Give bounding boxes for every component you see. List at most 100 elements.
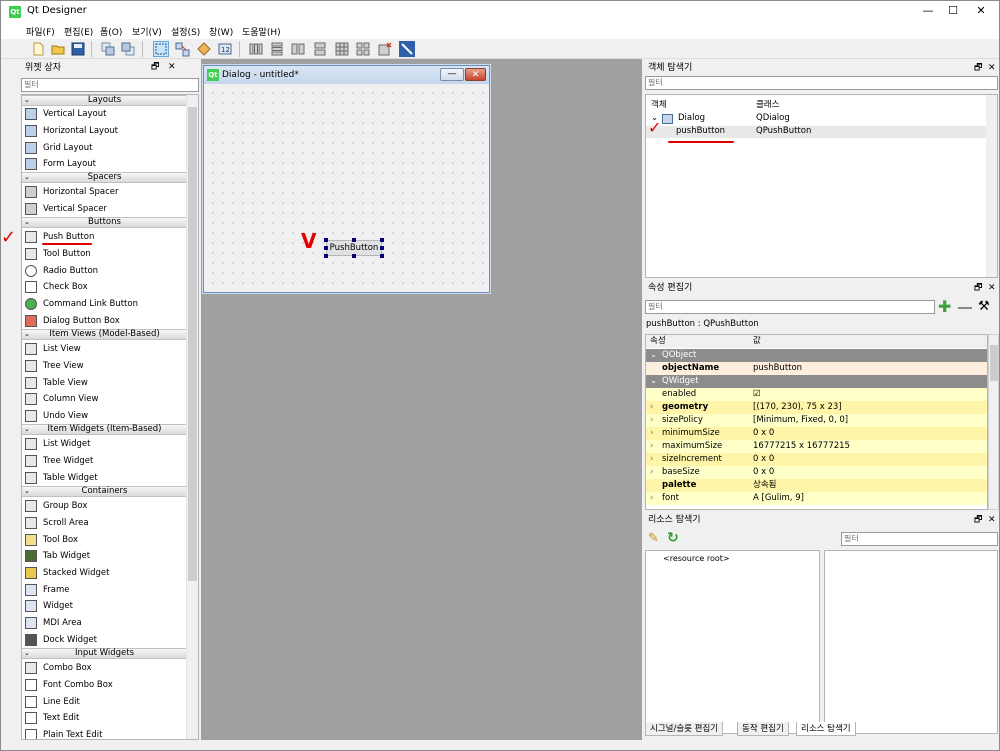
tab-action-editor[interactable]: 동작 편집기 — [737, 722, 789, 736]
open-folder-icon[interactable] — [50, 41, 66, 57]
edit-resources-pencil-icon[interactable]: ✎ — [648, 531, 659, 547]
widget-item-mdi-area[interactable]: MDI Area — [22, 615, 187, 631]
category-buttons[interactable]: ⌄ Buttons — [22, 217, 187, 228]
dialog-minimize-button[interactable]: — — [440, 68, 464, 81]
send-to-back-icon[interactable] — [100, 41, 116, 57]
float-dock-icon[interactable]: 🗗 — [974, 513, 982, 527]
widget-item-table-widget[interactable]: Table Widget — [22, 470, 187, 486]
close-dock-icon[interactable]: ✕ — [988, 281, 996, 295]
column-header-class[interactable]: 클래스 — [756, 98, 779, 110]
edit-buddies-icon[interactable] — [196, 41, 212, 57]
widget-item-text-edit[interactable]: Text Edit — [22, 710, 187, 726]
widget-item-undo-view[interactable]: Undo View — [22, 408, 187, 424]
save-icon[interactable] — [70, 41, 86, 57]
object-tree-scrollbar[interactable] — [986, 95, 997, 277]
category-spacers[interactable]: ⌄ Spacers — [22, 172, 187, 183]
widget-item-vertical-layout[interactable]: Vertical Layout — [22, 106, 187, 122]
tab-resource-browser[interactable]: 리소스 탐색기 — [796, 722, 856, 736]
reload-icon[interactable]: ↻ — [667, 530, 679, 546]
widget-item-plain-text-edit[interactable]: Plain Text Edit — [22, 727, 187, 739]
menu-file[interactable]: 파일(F) — [26, 25, 55, 38]
widget-item-frame[interactable]: Frame — [22, 582, 187, 598]
widget-item-tree-view[interactable]: Tree View — [22, 358, 187, 374]
float-dock-icon[interactable]: 🗗 — [151, 60, 159, 74]
widget-item-dialog-button-box[interactable]: Dialog Button Box — [22, 313, 187, 329]
widget-item-horizontal-layout[interactable]: Horizontal Layout — [22, 123, 187, 139]
tab-signal-slot-editor[interactable]: 시그널/슬롯 편집기 — [645, 722, 724, 736]
break-layout-icon[interactable] — [377, 41, 393, 57]
float-dock-icon[interactable]: 🗗 — [974, 61, 982, 75]
menu-edit[interactable]: 편집(E) — [64, 25, 93, 38]
remove-property-icon[interactable] — [958, 307, 972, 309]
property-row-sizeincrement[interactable]: › sizeIncrement 0 x 0 — [646, 453, 987, 466]
category-item-widgets[interactable]: ⌄ Item Widgets (Item-Based) — [22, 424, 187, 435]
widget-item-tab-widget[interactable]: Tab Widget — [22, 548, 187, 564]
add-property-icon[interactable]: ✚ — [938, 299, 951, 315]
widget-item-combo-box[interactable]: Combo Box — [22, 660, 187, 676]
widget-item-command-link-button[interactable]: Command Link Button — [22, 296, 187, 312]
chevron-right-icon[interactable]: › — [650, 414, 653, 427]
category-input-widgets[interactable]: ⌄ Input Widgets — [22, 648, 187, 659]
dialog-form-window[interactable]: Qt Dialog - untitled* — ✕ PushButton — [203, 65, 490, 293]
menu-view[interactable]: 보기(V) — [132, 25, 162, 38]
layout-grid-icon[interactable] — [334, 41, 350, 57]
edit-widgets-icon[interactable] — [153, 41, 169, 57]
dialog-close-button[interactable]: ✕ — [465, 68, 486, 81]
property-row-basesize[interactable]: › baseSize 0 x 0 — [646, 466, 987, 479]
form-canvas[interactable]: PushButton — [208, 88, 487, 289]
chevron-right-icon[interactable]: › — [650, 427, 653, 440]
property-row-maximumsize[interactable]: › maximumSize 16777215 x 16777215 — [646, 440, 987, 453]
object-inspector-filter-input[interactable]: 필터 — [645, 76, 998, 90]
widget-item-column-view[interactable]: Column View — [22, 391, 187, 407]
widget-item-list-widget[interactable]: List Widget — [22, 436, 187, 452]
property-row-enabled[interactable]: enabled ☑ — [646, 388, 987, 401]
widget-item-line-edit[interactable]: Line Edit — [22, 694, 187, 710]
menu-help[interactable]: 도움말(H) — [242, 25, 281, 38]
widget-item-grid-layout[interactable]: Grid Layout — [22, 140, 187, 156]
property-row-font[interactable]: › font A [Gulim, 9] — [646, 492, 987, 505]
close-dock-icon[interactable]: ✕ — [988, 61, 996, 75]
enabled-checkbox[interactable]: ☑ — [753, 388, 761, 401]
menu-window[interactable]: 창(W) — [209, 25, 233, 38]
resize-handle[interactable] — [324, 238, 328, 242]
float-dock-icon[interactable]: 🗗 — [974, 281, 982, 295]
property-row-sizepolicy[interactable]: › sizePolicy [Minimum, Fixed, 0, 0] — [646, 414, 987, 427]
widget-item-vertical-spacer[interactable]: Vertical Spacer — [22, 201, 187, 217]
scrollbar-thumb[interactable] — [188, 107, 197, 581]
resize-handle[interactable] — [352, 254, 356, 258]
layout-vertical-icon[interactable] — [269, 41, 285, 57]
scrollbar-thumb[interactable] — [990, 345, 998, 381]
menu-settings[interactable]: 설정(S) — [171, 25, 200, 38]
resize-handle[interactable] — [352, 238, 356, 242]
layout-horizontal-icon[interactable] — [248, 41, 264, 57]
bring-to-front-icon[interactable] — [120, 41, 136, 57]
layout-vertical-splitter-icon[interactable] — [312, 41, 328, 57]
chevron-right-icon[interactable]: › — [650, 492, 653, 505]
category-containers[interactable]: ⌄ Containers — [22, 486, 187, 497]
property-group-qwidget[interactable]: ⌄ QWidget — [646, 375, 987, 388]
resize-handle[interactable] — [324, 254, 328, 258]
property-group-qobject[interactable]: ⌄ QObject — [646, 349, 987, 362]
widget-item-stacked-widget[interactable]: Stacked Widget — [22, 565, 187, 581]
edit-tab-order-icon[interactable]: 12 — [217, 41, 233, 57]
widget-item-widget[interactable]: Widget — [22, 598, 187, 614]
column-header-object[interactable]: 객체 — [651, 98, 667, 110]
category-item-views[interactable]: ⌄ Item Views (Model-Based) — [22, 329, 187, 340]
dialog-title-bar[interactable]: Qt Dialog - untitled* — ✕ — [204, 66, 489, 84]
widget-item-form-layout[interactable]: Form Layout — [22, 156, 187, 172]
property-row-geometry[interactable]: › geometry [(170, 230), 75 x 23] — [646, 401, 987, 414]
widget-item-scroll-area[interactable]: Scroll Area — [22, 515, 187, 531]
edit-signals-slots-icon[interactable] — [174, 41, 190, 57]
chevron-right-icon[interactable]: › — [650, 401, 653, 414]
chevron-right-icon[interactable]: › — [650, 440, 653, 453]
layout-form-icon[interactable] — [355, 41, 371, 57]
widget-item-font-combo-box[interactable]: Font Combo Box — [22, 677, 187, 693]
widget-item-dock-widget[interactable]: Dock Widget — [22, 632, 187, 648]
resource-root-item[interactable]: <resource root> — [663, 554, 730, 563]
property-grid-scrollbar[interactable] — [988, 334, 999, 510]
widget-item-tree-widget[interactable]: Tree Widget — [22, 453, 187, 469]
widget-item-list-view[interactable]: List View — [22, 341, 187, 357]
property-row-minimumsize[interactable]: › minimumSize 0 x 0 — [646, 427, 987, 440]
category-layouts[interactable]: ⌄ Layouts — [22, 95, 187, 106]
chevron-right-icon[interactable]: › — [650, 453, 653, 466]
